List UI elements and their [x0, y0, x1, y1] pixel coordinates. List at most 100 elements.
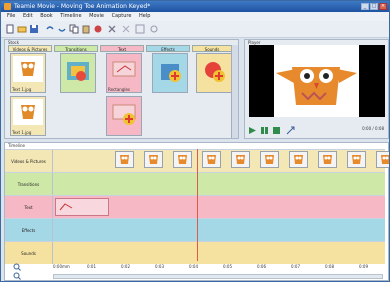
timeline-scrollbar[interactable] — [53, 274, 383, 279]
tab-text[interactable]: Text — [100, 45, 144, 52]
ruler-tick-label: 0:07 — [291, 264, 300, 269]
tab-sounds[interactable]: Sounds — [192, 45, 232, 52]
library-item-effect[interactable] — [152, 53, 188, 93]
ruler-tick-label: 0:02 — [121, 264, 130, 269]
track-text[interactable]: Text — [5, 195, 385, 218]
owl-frame-icon — [265, 155, 274, 164]
video-frame-thumbnail[interactable] — [289, 151, 308, 168]
play-icon[interactable] — [248, 126, 257, 135]
redo-icon[interactable] — [57, 24, 67, 34]
video-frame-thumbnail[interactable] — [376, 151, 389, 168]
menu-capture[interactable]: Capture — [112, 12, 132, 21]
paste-icon[interactable] — [81, 24, 91, 34]
video-frame-thumbnail[interactable] — [260, 151, 279, 168]
close-button[interactable]: × — [379, 3, 387, 10]
video-frame-thumbnail[interactable] — [231, 151, 250, 168]
tab-effects[interactable]: Effects — [146, 45, 190, 52]
ruler-tick-label: 0:06 — [257, 264, 266, 269]
record-icon[interactable] — [93, 24, 103, 34]
stop-icon[interactable] — [272, 126, 281, 135]
track-label: Effects — [5, 219, 53, 241]
menu-help[interactable]: Help — [139, 12, 150, 21]
open-folder-icon[interactable] — [17, 24, 27, 34]
title-bar: Teamie Movie - Moving Toe Animation Keye… — [1, 1, 389, 12]
ruler-tick-label: 0:08 — [325, 264, 334, 269]
timeline-panel: Timeline Videos & Pictures Transitions T… — [4, 142, 389, 281]
new-file-icon[interactable] — [5, 24, 15, 34]
maximize-button[interactable]: □ — [370, 3, 378, 10]
menu-timeline[interactable]: Timeline — [60, 12, 81, 21]
minimize-button[interactable]: _ — [361, 3, 369, 10]
video-frame-thumbnail[interactable] — [318, 151, 337, 168]
track-label: Sounds — [5, 242, 53, 264]
library-item-caption: Rectangles — [108, 87, 131, 92]
split-icon[interactable] — [121, 24, 131, 34]
grid-icon[interactable] — [135, 24, 145, 34]
library-item-owl-2[interactable]: Text 1.jpg — [10, 96, 46, 136]
text-clip-icon — [59, 203, 73, 211]
owl-frame-icon — [149, 155, 158, 164]
library-item-rectangles[interactable]: Rectangles — [106, 53, 142, 93]
text-add-icon — [112, 104, 136, 125]
owl-character-icon — [276, 67, 357, 105]
library-item-caption: Text 1.jpg — [12, 87, 32, 92]
video-frame-thumbnail[interactable] — [173, 151, 192, 168]
time-ruler: 0:00mm 0:01 0:02 0:03 0:04 0:05 0:06 0:0… — [53, 264, 385, 273]
owl-frame-icon — [207, 155, 216, 164]
library-item-transition[interactable] — [60, 53, 96, 93]
zoom-in-icon[interactable] — [13, 263, 21, 271]
library-item-sound[interactable] — [196, 53, 232, 93]
library-item-text-add[interactable] — [106, 96, 142, 136]
video-frame-thumbnail[interactable] — [347, 151, 366, 168]
library-item-owl[interactable]: Text 1.jpg — [10, 53, 46, 93]
fullscreen-icon[interactable] — [286, 126, 295, 135]
ruler-tick-label: 0:03 — [155, 264, 164, 269]
save-icon[interactable] — [29, 24, 39, 34]
delete-icon[interactable] — [107, 24, 117, 34]
tab-videos-pictures[interactable]: Videos & Pictures — [8, 45, 52, 52]
video-frame-thumbnail[interactable] — [202, 151, 221, 168]
app-icon — [4, 3, 11, 10]
menu-movie[interactable]: Movie — [89, 12, 104, 21]
text-rect-thumbnail-icon — [112, 61, 136, 77]
player-controls: 0:00 / 0:08 — [248, 124, 386, 136]
track-effects[interactable]: Effects — [5, 218, 385, 241]
owl-frame-icon — [178, 155, 187, 164]
library-item-caption: Text 1.jpg — [12, 130, 32, 135]
ruler-tick-label: 0:09 — [359, 264, 368, 269]
owl-thumbnail-icon — [13, 99, 43, 125]
menu-bar: File Edit Book Timeline Movie Capture He… — [1, 12, 389, 21]
owl-frame-icon — [236, 155, 245, 164]
video-screen — [249, 45, 385, 117]
effect-add-icon — [161, 64, 181, 82]
track-transitions[interactable]: Transitions — [5, 172, 385, 195]
ruler-tick-label: 0:04 — [189, 264, 198, 269]
track-label: Text — [5, 196, 53, 218]
ruler-tick-label: 0:00mm — [53, 264, 70, 269]
ruler-tick-label: 0:01 — [87, 264, 96, 269]
zoom-out-icon[interactable] — [13, 272, 21, 280]
undo-icon[interactable] — [45, 24, 55, 34]
refresh-icon[interactable] — [149, 24, 159, 34]
track-sounds[interactable]: Sounds — [5, 241, 385, 264]
ruler-tick-label: 0:05 — [223, 264, 232, 269]
owl-frame-icon — [294, 155, 303, 164]
text-clip[interactable] — [55, 198, 109, 216]
transition-thumbnail-icon — [67, 62, 89, 81]
app-window: Teamie Movie - Moving Toe Animation Keye… — [0, 0, 390, 282]
video-frame-thumbnail[interactable] — [144, 151, 163, 168]
menu-edit[interactable]: Edit — [23, 12, 33, 21]
pause-icon[interactable] — [260, 126, 269, 135]
tab-transitions[interactable]: Transitions — [54, 45, 98, 52]
owl-stage — [274, 45, 359, 117]
library-scrollbar[interactable] — [231, 45, 238, 138]
time-counter: 0:00 / 0:08 — [362, 126, 384, 131]
owl-frame-icon — [352, 155, 361, 164]
playhead[interactable] — [197, 149, 198, 261]
owl-thumbnail-icon — [13, 56, 43, 82]
menu-file[interactable]: File — [7, 12, 15, 21]
copy-icon[interactable] — [69, 24, 79, 34]
video-frame-thumbnail[interactable] — [115, 151, 134, 168]
menu-book[interactable]: Book — [40, 12, 52, 21]
track-label: Videos & Pictures — [5, 150, 53, 172]
